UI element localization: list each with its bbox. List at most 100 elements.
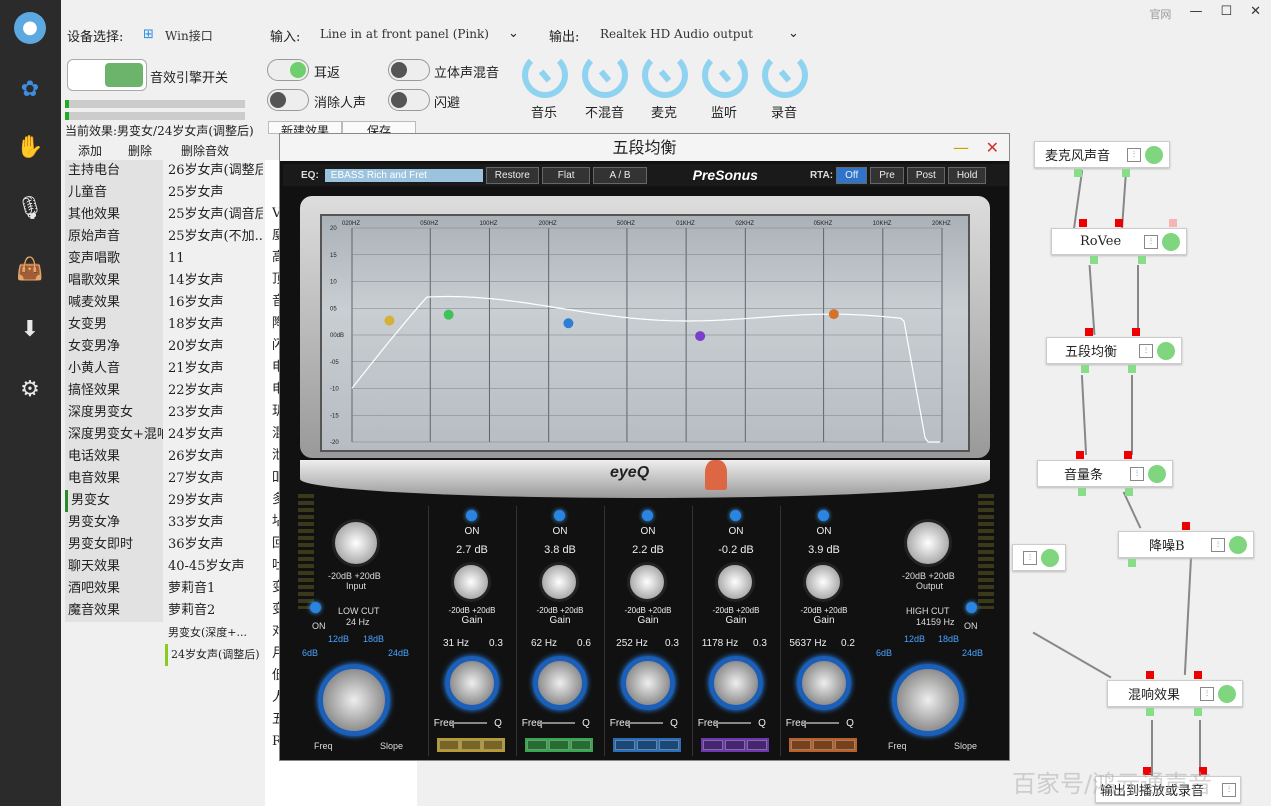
effect-row[interactable]: 深度男变女 23岁女声	[65, 402, 265, 424]
restore-button[interactable]: Restore	[485, 166, 539, 184]
device-select[interactable]: Win接口	[165, 27, 213, 44]
band-gain-knob[interactable]	[539, 562, 579, 602]
effect-preset[interactable]: 萝莉音1	[165, 578, 263, 600]
status-dot[interactable]	[1229, 535, 1247, 554]
minimize-button[interactable]: —	[1189, 4, 1202, 22]
effect-category[interactable]: 原始声音	[65, 226, 163, 248]
band-freq-knob[interactable]	[445, 656, 499, 710]
filter-type-button[interactable]	[439, 740, 459, 750]
effect-row[interactable]: 女变男 18岁女声	[65, 314, 265, 336]
node-denoise-b[interactable]: 降噪B ⫶	[1118, 531, 1254, 558]
low-cut-on-led[interactable]	[310, 602, 321, 613]
effect-row[interactable]: 唱歌效果 14岁女声	[65, 270, 265, 292]
effect-category[interactable]: 男变女	[65, 490, 163, 512]
input-pin[interactable]	[1124, 451, 1132, 459]
effect-row[interactable]: 深度男变女+混响 24岁女声	[65, 424, 265, 446]
settings-icon[interactable]: ⫶	[1023, 550, 1037, 565]
node-reverb[interactable]: 混响效果 ⫶	[1107, 680, 1243, 707]
effect-preset[interactable]: 25岁女声(调音后)	[165, 204, 263, 226]
rta-pre-button[interactable]: Pre	[870, 166, 904, 184]
effect-row[interactable]: 男变女(深度+...	[65, 622, 265, 644]
close-button[interactable]: ✕	[1250, 4, 1261, 22]
effect-category[interactable]: 搞怪效果	[65, 380, 163, 402]
status-dot[interactable]	[1145, 145, 1163, 164]
effect-category[interactable]: 喊麦效果	[65, 292, 163, 314]
effect-preset[interactable]: 29岁女声	[165, 490, 263, 512]
record-volume-knob[interactable]	[762, 52, 808, 98]
maximize-button[interactable]: ☐	[1220, 4, 1232, 22]
status-dot[interactable]	[1148, 464, 1166, 483]
effect-preset[interactable]: 25岁女声	[165, 182, 263, 204]
band-handle-3[interactable]	[563, 318, 574, 329]
band-filter-type-selector[interactable]	[701, 738, 769, 752]
band-gain-knob[interactable]	[715, 562, 755, 602]
status-dot[interactable]	[1162, 232, 1180, 251]
band-on-led[interactable]	[730, 510, 741, 521]
filter-type-button[interactable]	[703, 740, 723, 750]
bag-icon[interactable]: 👜	[14, 254, 46, 286]
eq-graph[interactable]: 020HZ 050HZ 100HZ 200HZ 500HZ 01KHZ 02KHZ 05KHZ…	[320, 214, 970, 452]
effect-row[interactable]: 变声唱歌 11	[65, 248, 265, 270]
monitor-volume-knob[interactable]	[702, 52, 748, 98]
effect-category[interactable]: 电音效果	[65, 468, 163, 490]
effect-row[interactable]: 其他效果 25岁女声(调音后)	[65, 204, 265, 226]
band-gain-knob[interactable]	[803, 562, 843, 602]
output-pin[interactable]	[1081, 365, 1089, 373]
settings-icon[interactable]: ⫶	[1139, 343, 1153, 358]
output-pin[interactable]	[1122, 169, 1130, 177]
mic-icon[interactable]: 🎙	[14, 193, 46, 225]
ab-button[interactable]: A / B	[593, 166, 647, 184]
effect-preset[interactable]: 萝莉音2	[165, 600, 263, 622]
effect-preset[interactable]: 24岁女声	[165, 424, 263, 446]
input-select[interactable]: Line in at front panel (Pink)	[320, 27, 489, 41]
eq-close-button[interactable]: ✕	[986, 134, 999, 161]
chevron-down-icon[interactable]: ⌄	[508, 26, 519, 41]
official-site-link[interactable]: 官网	[1149, 6, 1171, 22]
status-dot[interactable]	[1218, 684, 1236, 703]
effect-category[interactable]: 男变女净	[65, 512, 163, 534]
filter-type-button[interactable]	[461, 740, 481, 750]
band-freq-knob[interactable]	[797, 656, 851, 710]
effect-row[interactable]: 男变女即时 36岁女声	[65, 534, 265, 556]
output-pin[interactable]	[1128, 559, 1136, 567]
node-hidden[interactable]: ⫶	[1012, 544, 1066, 571]
rta-hold-button[interactable]: Hold	[947, 166, 987, 184]
effect-preset[interactable]: 男变女(深度+...	[165, 622, 263, 644]
effect-row[interactable]: 电音效果 27岁女声	[65, 468, 265, 490]
effect-row[interactable]: 儿童音 25岁女声	[65, 182, 265, 204]
effect-row[interactable]: 搞怪效果 22岁女声	[65, 380, 265, 402]
eq-curve-svg[interactable]: 020HZ 050HZ 100HZ 200HZ 500HZ 01KHZ 02KHZ 05KHZ…	[322, 216, 968, 450]
filter-type-button[interactable]	[637, 740, 657, 750]
filter-type-button[interactable]	[483, 740, 503, 750]
effect-row[interactable]: 24岁女声(调整后)	[65, 644, 265, 666]
settings-icon[interactable]: ⫶	[1130, 466, 1144, 481]
effect-row[interactable]: 电话效果 26岁女声	[65, 446, 265, 468]
output-pin[interactable]	[1090, 256, 1098, 264]
effect-category[interactable]: 男变女即时	[65, 534, 163, 556]
music-volume-knob[interactable]	[522, 52, 568, 98]
effect-preset[interactable]: 22岁女声	[165, 380, 263, 402]
effect-category[interactable]: 深度男变女	[65, 402, 163, 424]
effect-category[interactable]: 酒吧效果	[65, 578, 163, 600]
band-on-led[interactable]	[554, 510, 565, 521]
band-freq-q-slider[interactable]	[625, 722, 663, 724]
chevron-down-icon[interactable]: ⌄	[788, 26, 799, 41]
effect-category[interactable]: 主持电台	[65, 160, 163, 182]
effect-preset[interactable]: 16岁女声	[165, 292, 263, 314]
input-pin[interactable]	[1115, 219, 1123, 227]
band-on-led[interactable]	[466, 510, 477, 521]
filter-type-button[interactable]	[791, 740, 811, 750]
band-freq-knob[interactable]	[533, 656, 587, 710]
band-handle-2[interactable]	[443, 309, 454, 320]
high-cut-on-led[interactable]	[966, 602, 977, 613]
settings-icon[interactable]: ⫶	[1222, 782, 1236, 797]
output-pin[interactable]	[1078, 488, 1086, 496]
effect-preset[interactable]: 26岁女声	[165, 446, 263, 468]
effect-preset[interactable]: 24岁女声(调整后)	[165, 644, 263, 666]
delete-effect-button[interactable]: 删除音效	[181, 142, 229, 159]
status-dot[interactable]	[1157, 341, 1175, 360]
vocal-removal-toggle[interactable]	[267, 89, 309, 111]
effect-preset[interactable]: 18岁女声	[165, 314, 263, 336]
eq-minimize-button[interactable]: —	[953, 134, 969, 161]
settings-icon[interactable]: ⫶	[1144, 234, 1158, 249]
